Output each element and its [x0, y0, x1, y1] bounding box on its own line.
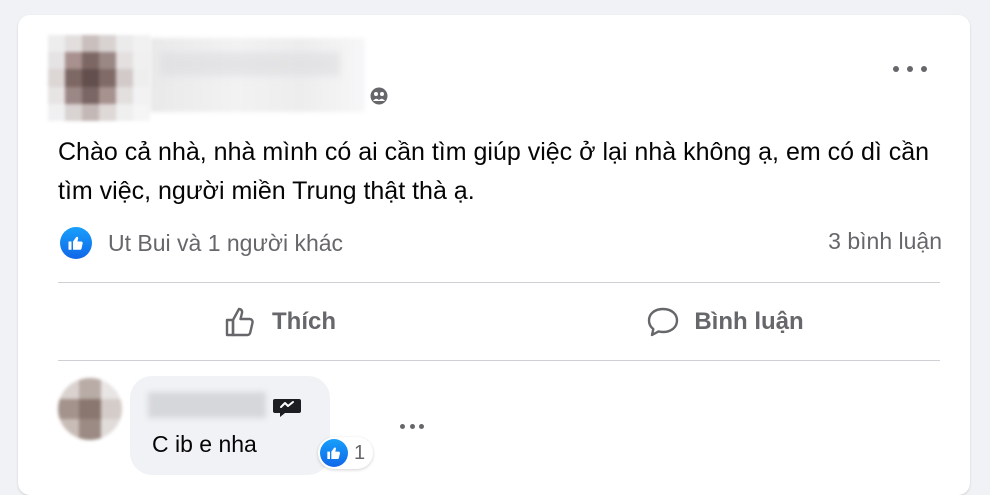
commenter-avatar[interactable] [58, 378, 122, 440]
post-options-button[interactable] [893, 60, 927, 78]
comment-options-button[interactable] [400, 422, 424, 430]
like-button[interactable]: Thích [200, 296, 360, 348]
reaction-names: Ut Bui và 1 người khác [108, 229, 344, 256]
thumbs-up-outline-icon [225, 307, 254, 337]
friends-icon[interactable] [369, 86, 389, 106]
comment-reaction-count[interactable]: 1 [318, 437, 374, 469]
divider [58, 360, 940, 361]
reaction-summary[interactable]: Ut Bui và 1 người khác [60, 226, 343, 260]
author-name-blurred-detail [160, 52, 340, 76]
comment-text: C ib e nha [152, 431, 257, 457]
comment-button[interactable]: Bình luận [625, 296, 825, 348]
like-icon [320, 439, 348, 467]
divider [58, 282, 940, 283]
like-button-label: Thích [272, 308, 336, 335]
post-text: Chào cả nhà, nhà mình có ai cần tìm giúp… [58, 138, 930, 205]
speech-bubble-icon [648, 307, 679, 337]
author-avatar[interactable] [48, 35, 150, 121]
comment-button-label: Bình luận [694, 308, 804, 335]
like-icon [60, 227, 92, 259]
commenter-name-blurred[interactable] [148, 392, 266, 418]
more-horizontal-icon [400, 423, 424, 429]
comment-count-link[interactable]: 3 bình luận [828, 228, 942, 255]
comment-bubble [130, 376, 330, 475]
top-fan-badge-icon [273, 399, 301, 417]
comment-reaction-number: 1 [354, 441, 366, 464]
more-horizontal-icon [893, 66, 927, 72]
